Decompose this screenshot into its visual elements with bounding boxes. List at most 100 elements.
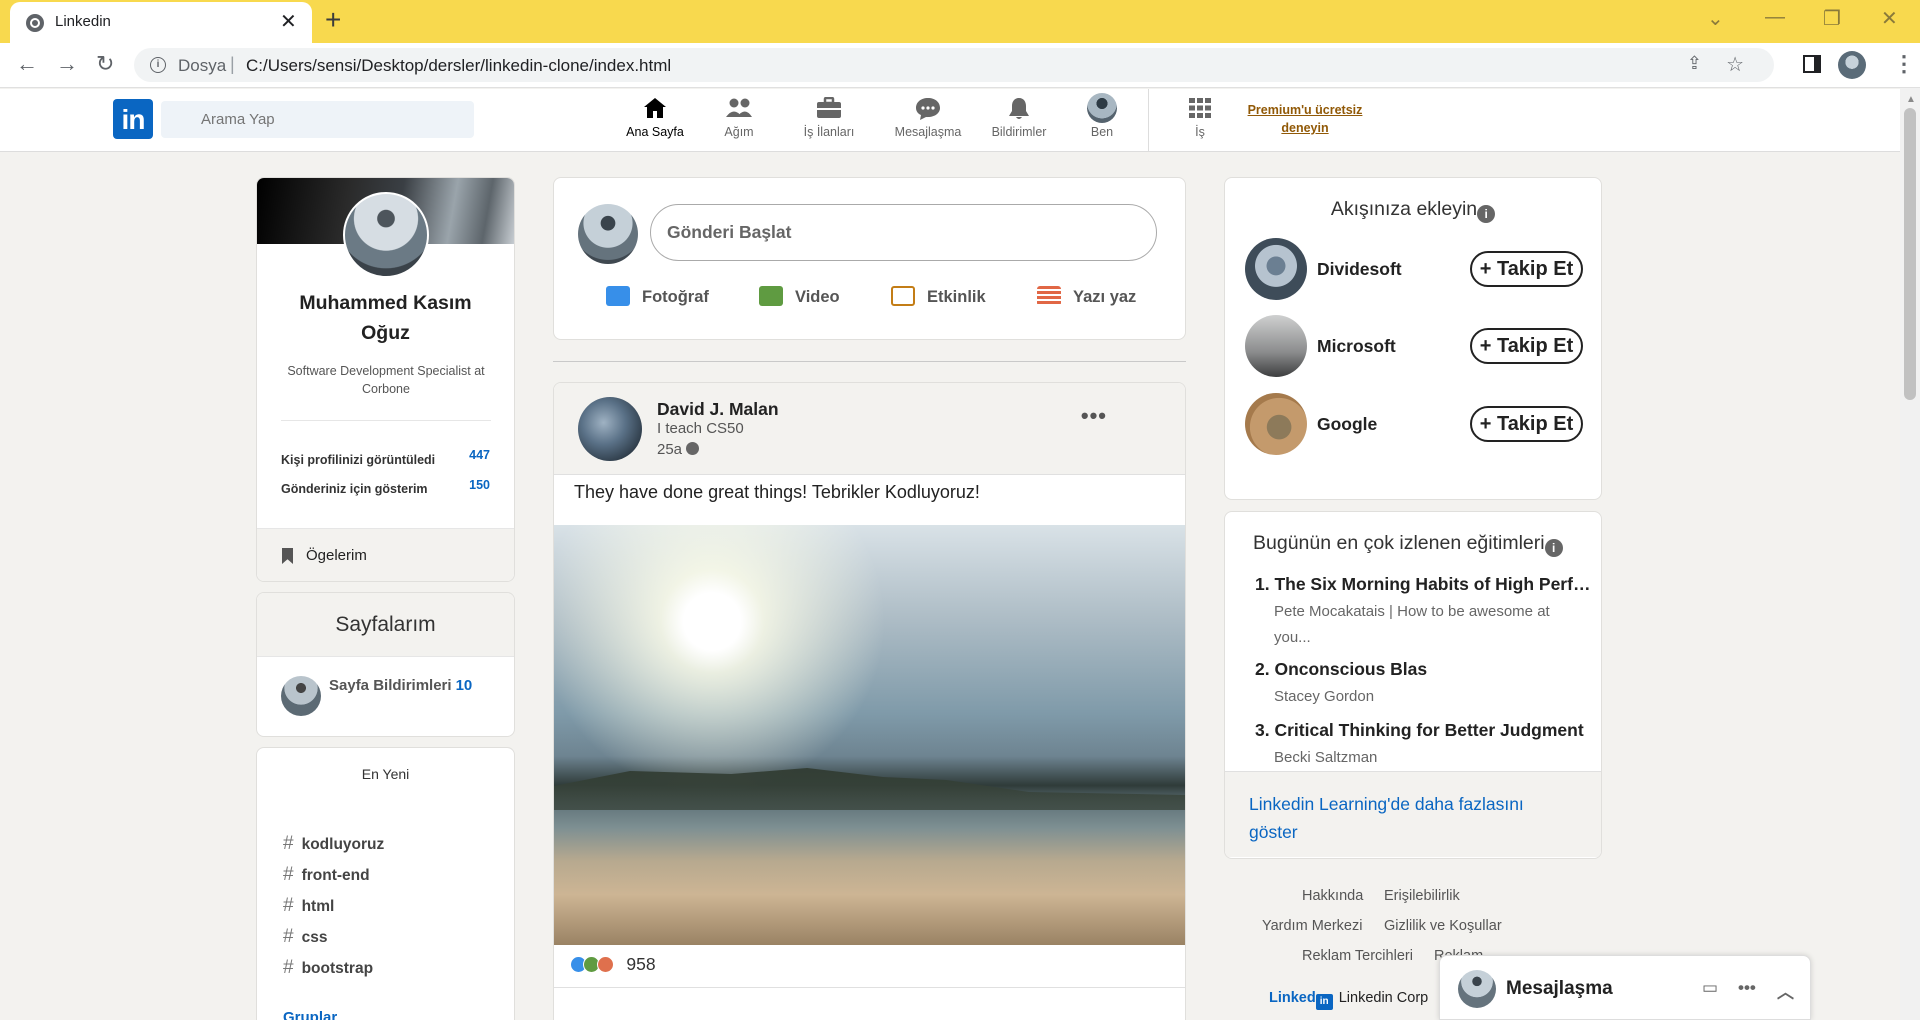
author-avatar[interactable]: [578, 397, 642, 461]
follow-button[interactable]: + Takip Et: [1470, 328, 1583, 364]
browser-tabbar: Linkedin ✕ + ⌄ — ❐ ✕: [0, 0, 1920, 43]
hashtag-item[interactable]: # css: [283, 926, 327, 948]
share-video-button[interactable]: Video: [759, 286, 840, 307]
scrollbar[interactable]: ▲: [1900, 88, 1920, 1020]
url-text[interactable]: C:/Users/sensi/Desktop/dersler/linkedin-…: [246, 56, 671, 76]
hash-icon: #: [283, 926, 294, 947]
groups-link[interactable]: Gruplar: [283, 1009, 337, 1020]
course-author: Pete Mocakatais | How to be awesome at y…: [1274, 599, 1595, 651]
profile-photo[interactable]: [343, 192, 429, 278]
info-icon[interactable]: i: [1544, 539, 1563, 557]
omnibox[interactable]: i Dosya | C:/Users/sensi/Desktop/dersler…: [134, 48, 1774, 82]
nav-home[interactable]: Ana Sayfa: [610, 97, 700, 139]
stat-impressions-label[interactable]: Gönderiniz için gösterim: [281, 482, 428, 496]
video-icon: [759, 286, 783, 306]
course-item[interactable]: 2. Onconscious Blas Stacey Gordon: [1255, 659, 1595, 710]
forward-icon[interactable]: →: [56, 51, 78, 77]
back-icon[interactable]: ←: [16, 51, 38, 77]
calendar-icon: [891, 286, 915, 306]
restore-icon[interactable]: ❐: [1823, 6, 1841, 31]
globe-icon: [686, 442, 700, 455]
premium-link[interactable]: Premium'u ücretsiz deneyin: [1235, 101, 1375, 137]
start-post-input[interactable]: Gönderi Başlat: [650, 204, 1157, 261]
footer-link[interactable]: Erişilebilirlik: [1384, 888, 1460, 904]
search-input[interactable]: [161, 101, 474, 138]
pages-title: Sayfalarım: [257, 593, 514, 657]
microsoft-logo[interactable]: [1245, 315, 1307, 377]
company-name[interactable]: Microsoft: [1317, 336, 1396, 357]
reactions-summary[interactable]: 958: [570, 954, 656, 975]
home-icon: [610, 97, 700, 123]
hashtag-label: html: [301, 898, 335, 915]
more-options-icon[interactable]: •••: [1081, 403, 1107, 429]
profile-name[interactable]: Muhammed Kasım Oğuz: [257, 288, 514, 348]
scroll-up-icon[interactable]: ▲: [1906, 94, 1916, 105]
side-panel-icon[interactable]: [1803, 55, 1821, 73]
hashtag-item[interactable]: # front-end: [283, 864, 370, 886]
nav-me[interactable]: Ben: [1057, 93, 1147, 139]
close-window-icon[interactable]: ✕: [1881, 6, 1898, 31]
footer-link[interactable]: Yardım Merkezi: [1262, 918, 1362, 934]
chevron-down-icon[interactable]: ⌄: [1707, 6, 1724, 31]
write-article-button[interactable]: Yazı yaz: [1037, 286, 1136, 307]
divider: [281, 420, 491, 421]
nav-jobs[interactable]: İş İlanları: [784, 96, 874, 139]
bell-icon: [974, 97, 1064, 123]
more-vert-icon[interactable]: ⋮: [1893, 51, 1915, 77]
recent-title: En Yeni: [361, 766, 410, 782]
hashtag-label: kodluyoruz: [301, 836, 385, 853]
nav-work[interactable]: İş: [1155, 97, 1245, 139]
my-items-row[interactable]: Ögelerim: [257, 528, 514, 581]
info-icon[interactable]: i: [1477, 205, 1496, 223]
author-name[interactable]: David J. Malan: [657, 399, 779, 420]
reload-icon[interactable]: ↻: [96, 51, 114, 77]
post-image[interactable]: [554, 525, 1185, 945]
stat-views-label[interactable]: Kişi profilinizi görüntüledi: [281, 453, 435, 467]
minimize-icon[interactable]: —: [1765, 6, 1785, 29]
hashtag-item[interactable]: # bootstrap: [283, 957, 373, 979]
google-logo[interactable]: [1245, 393, 1307, 455]
share-photo-button[interactable]: Fotoğraf: [606, 286, 709, 307]
course-author: Stacey Gordon: [1274, 688, 1375, 705]
hashtag-item[interactable]: # kodluyoruz: [283, 833, 384, 855]
share-icon[interactable]: ⇪: [1687, 53, 1702, 74]
stat-views-value[interactable]: 447: [469, 448, 490, 462]
browser-tab[interactable]: Linkedin ✕: [10, 2, 312, 43]
footer-link[interactable]: Hakkında: [1302, 888, 1363, 904]
learning-more-link[interactable]: Linkedin Learning'de daha fazlasını göst…: [1249, 790, 1549, 846]
share-photo-label: Fotoğraf: [642, 288, 709, 306]
chevron-up-icon[interactable]: ︿: [1777, 978, 1794, 1003]
messaging-title: Mesajlaşma: [1506, 978, 1613, 999]
company-name[interactable]: Google: [1317, 414, 1377, 435]
nav-messaging[interactable]: Mesajlaşma: [883, 97, 973, 139]
nav-network[interactable]: Ağım: [694, 97, 784, 139]
scrollbar-thumb[interactable]: [1904, 108, 1916, 400]
new-tab-icon[interactable]: +: [325, 4, 341, 36]
dividesoft-logo[interactable]: [1245, 238, 1307, 300]
follow-button[interactable]: + Takip Et: [1470, 406, 1583, 442]
hash-icon: #: [283, 864, 294, 885]
footer-link[interactable]: Gizlilik ve Koşullar: [1384, 918, 1502, 934]
more-options-icon[interactable]: •••: [1738, 978, 1756, 998]
hashtag-label: front-end: [301, 867, 370, 884]
suggestions-title-text: Akışınıza ekleyin: [1330, 198, 1478, 220]
browser-profile-avatar[interactable]: [1838, 51, 1866, 79]
messaging-bar[interactable]: Mesajlaşma ▭ ••• ︿: [1439, 955, 1811, 1020]
follow-button[interactable]: + Takip Et: [1470, 251, 1583, 287]
page-notifications[interactable]: Sayfa Bildirimleri 10: [329, 677, 472, 694]
company-name[interactable]: Dividesoft: [1317, 259, 1402, 280]
bookmark-star-icon[interactable]: ☆: [1726, 52, 1744, 77]
footer-link[interactable]: Reklam Tercihleri: [1302, 948, 1413, 964]
nav-notifications[interactable]: Bildirimler: [974, 97, 1064, 139]
compose-icon[interactable]: ▭: [1702, 978, 1718, 998]
hashtag-item[interactable]: # html: [283, 895, 334, 917]
course-item[interactable]: 3. Critical Thinking for Better Judgment…: [1255, 720, 1595, 771]
info-icon[interactable]: i: [150, 57, 166, 73]
course-item[interactable]: 1. The Six Morning Habits of High Perfor…: [1255, 574, 1595, 651]
share-event-button[interactable]: Etkinlik: [891, 286, 986, 307]
profile-name-line1: Muhammed Kasım: [299, 292, 472, 314]
article-icon: [1037, 286, 1061, 306]
linkedin-logo[interactable]: in: [113, 99, 153, 139]
close-tab-icon[interactable]: ✕: [280, 9, 297, 34]
stat-impressions-value[interactable]: 150: [469, 478, 490, 492]
